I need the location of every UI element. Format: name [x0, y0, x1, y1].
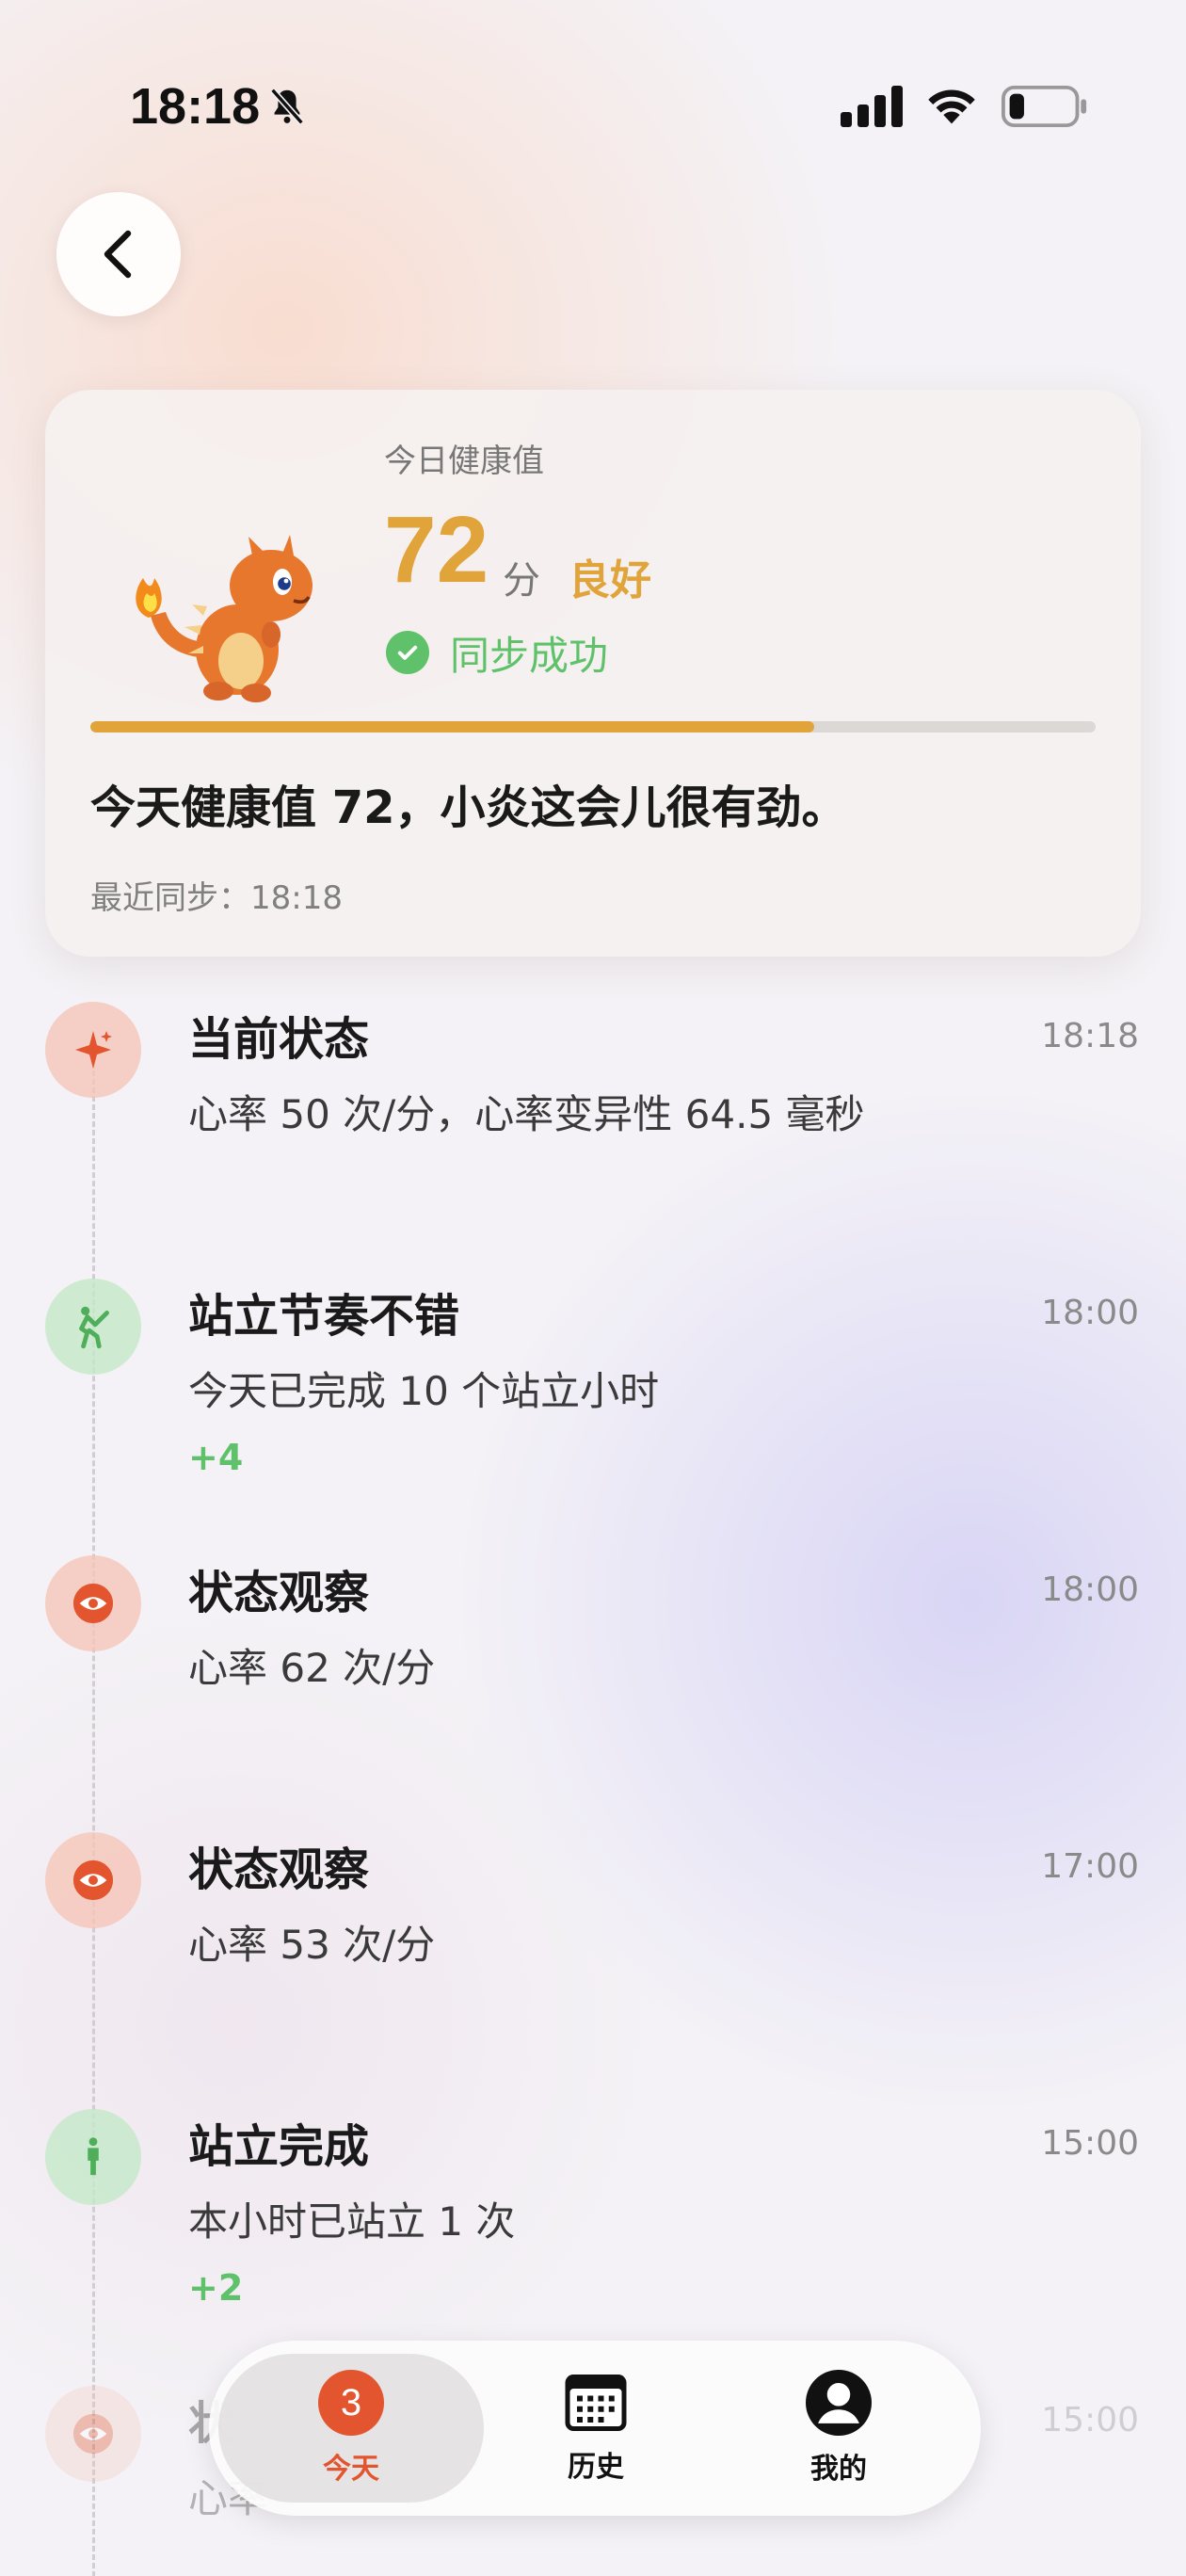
chevron-left-icon	[104, 230, 132, 279]
timeline-title: 状态观察	[188, 1843, 370, 1896]
score-unit: 分	[503, 559, 540, 603]
check-circle-icon	[386, 631, 429, 674]
timeline-desc: 心率 50 次/分，心率变异性 64.5 毫秒	[188, 1091, 865, 1137]
timeline-desc: 本小时已站立 1 次	[188, 2198, 516, 2245]
sync-status-text: 同步成功	[450, 632, 609, 679]
timeline-time: 15:00	[1041, 2124, 1139, 2163]
bottom-tab-bar: 3 今天 历史 我的	[209, 2341, 981, 2516]
timeline-desc: 心率 62 次/分	[188, 1645, 436, 1691]
timeline-item[interactable]: 站立完成 15:00 本小时已站立 1 次 +2	[0, 2077, 1186, 2354]
eye-icon	[45, 1832, 141, 1928]
health-score-value: 72	[384, 497, 489, 603]
fire-dragon-mascot	[136, 535, 313, 702]
timeline-title: 状态观察	[188, 1567, 370, 1619]
tab-label: 我的	[810, 2453, 867, 2486]
last-sync-time: 最近同步：18:18	[90, 879, 343, 917]
eye-icon	[45, 1555, 141, 1651]
tab-label: 历史	[568, 2451, 624, 2484]
bell-slash-icon	[270, 88, 304, 125]
health-progress-fill	[90, 721, 814, 733]
person-icon	[806, 2370, 872, 2436]
timeline-time: 18:18	[1041, 1017, 1139, 1055]
timeline-bonus: +2	[188, 2267, 244, 2309]
timeline-title: 站立节奏不错	[188, 1290, 460, 1343]
timeline-item[interactable]: 状态观察 18:00 心率 62 次/分	[0, 1523, 1186, 1800]
calendar-icon	[565, 2375, 627, 2431]
timeline-item[interactable]: 站立节奏不错 18:00 今天已完成 10 个站立小时 +4	[0, 1247, 1186, 1523]
battery-icon	[1002, 85, 1087, 128]
timeline-item[interactable]: 当前状态 18:18 心率 50 次/分，心率变异性 64.5 毫秒	[0, 970, 1186, 1247]
timeline-desc: 心率 53 次/分	[188, 1922, 436, 1968]
timeline-item[interactable]: 状态观察 17:00 心率 53 次/分	[0, 1800, 1186, 2077]
eye-icon	[45, 2386, 141, 2482]
timeline-time: 15:00	[1041, 2401, 1139, 2439]
sparkle-icon	[45, 1002, 141, 1098]
timeline-title: 站立完成	[188, 2120, 370, 2173]
status-bar: 18:18	[0, 0, 1186, 217]
score-rating: 良好	[569, 556, 651, 604]
stretch-icon	[45, 1279, 141, 1375]
timeline-time: 18:00	[1041, 1570, 1139, 1609]
tab-label: 今天	[323, 2453, 379, 2486]
timeline-time: 17:00	[1041, 1847, 1139, 1886]
timeline-desc: 今天已完成 10 个站立小时	[188, 1368, 660, 1414]
health-score-card: 今日健康值 72 分 良好 同步成功 今天健康值 72，小炎这会儿很有劲。 最近…	[45, 390, 1141, 957]
wifi-icon	[928, 89, 975, 124]
timeline-bonus: +4	[188, 1437, 244, 1478]
sync-status: 同步成功	[386, 629, 608, 679]
today-badge-icon: 3	[318, 2370, 384, 2436]
card-label: 今日健康值	[384, 443, 544, 480]
health-summary: 今天健康值 72，小炎这会儿很有劲。	[90, 781, 847, 834]
back-button[interactable]	[56, 192, 181, 316]
timeline-title: 当前状态	[188, 1013, 370, 1066]
tab-history[interactable]: 历史	[463, 2354, 729, 2503]
standing-person-icon	[45, 2109, 141, 2205]
cellular-signal-icon	[841, 86, 903, 127]
status-time: 18:18	[130, 78, 261, 135]
tab-today[interactable]: 3 今天	[218, 2354, 484, 2503]
health-progress-bar	[90, 721, 1096, 733]
timeline-time: 18:00	[1041, 1294, 1139, 1332]
tab-profile[interactable]: 我的	[706, 2354, 971, 2503]
